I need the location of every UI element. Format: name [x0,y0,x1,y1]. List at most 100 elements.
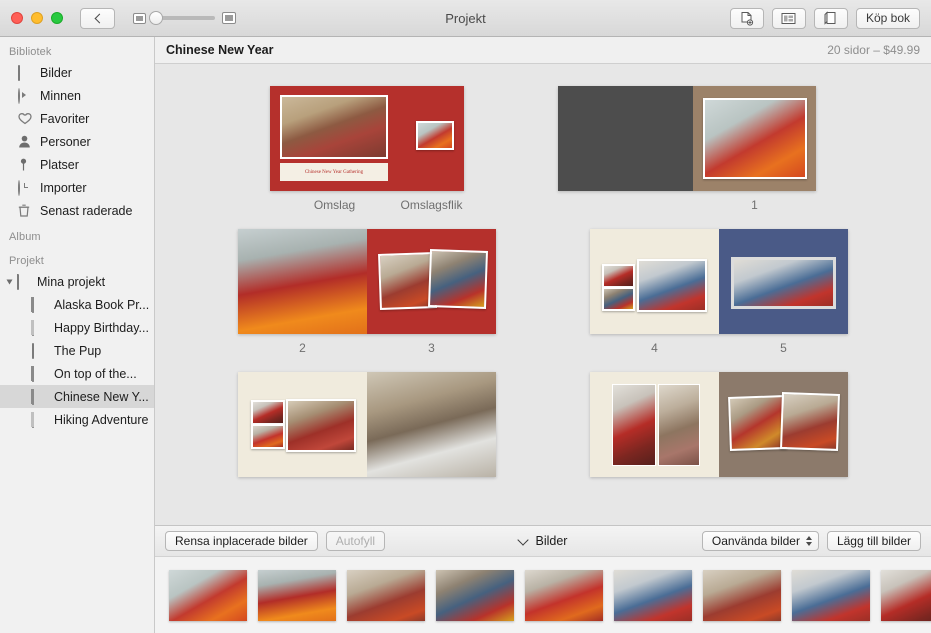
photos-pane-label[interactable]: Bilder [536,534,568,548]
filmstrip-thumbnail[interactable] [525,570,603,621]
sidebar-item-platser[interactable]: Platser [0,153,154,176]
photo-placement[interactable] [251,424,285,449]
sidebar-item-personer[interactable]: Personer [0,130,154,153]
chevron-down-icon[interactable] [517,534,528,545]
person-icon [18,135,33,149]
sidebar-item-label: The Pup [54,344,101,358]
photo-placement[interactable] [612,384,656,466]
photo-placement[interactable] [280,95,388,159]
book-icon [32,298,47,312]
spread[interactable] [590,372,848,477]
page-blank-left[interactable] [558,86,693,191]
spread-row [155,372,931,477]
maximize-button[interactable] [51,12,63,24]
filmstrip-thumbnail[interactable] [258,570,336,621]
add-photos-button[interactable]: Lägg till bilder [827,531,921,551]
sidebar-item-label: Importer [40,181,87,195]
clear-placed-photos-button[interactable]: Rensa inplacerade bilder [165,531,318,551]
page-5[interactable] [719,229,848,334]
photo-placement[interactable] [780,392,840,451]
photo-placement[interactable] [731,257,836,309]
filmstrip-thumbnail[interactable] [792,570,870,621]
sidebar-item-senast-raderade[interactable]: Senast raderade [0,199,154,222]
photo-placement[interactable] [428,249,488,309]
sidebar-item-alaska-book[interactable]: Alaska Book Pr... [0,293,154,316]
page-omslag[interactable]: Chinese New Year Gathering [270,86,399,191]
filmstrip[interactable] [155,556,931,633]
filmstrip-thumbnail[interactable] [703,570,781,621]
layout-button[interactable] [772,8,806,29]
page-labels: 1 [558,198,816,212]
zoom-slider-knob[interactable] [149,11,163,25]
minimize-button[interactable] [31,12,43,24]
sidebar-item-the-pup[interactable]: The Pup [0,339,154,362]
spread[interactable] [590,229,848,334]
window-body: Bibliotek Bilder Minnen Favoriter Person… [0,37,931,556]
page-3[interactable] [367,229,496,334]
sidebar-group-mina-projekt[interactable]: Mina projekt [0,270,154,293]
sidebar-item-chinese-new-year[interactable]: Chinese New Y... [0,385,154,408]
spread-8-9[interactable] [590,372,848,477]
spread-2-3[interactable]: 2 3 [238,229,496,355]
spreads-canvas[interactable]: Chinese New Year Gathering Omslag Omslag… [155,64,931,525]
photo-placement[interactable] [658,384,700,466]
photo-placement[interactable] [416,121,454,150]
card-icon [32,344,47,358]
photo-placement[interactable] [703,98,807,179]
memories-icon [18,89,33,103]
book-preview-button[interactable] [814,8,848,29]
page-label: 5 [719,341,848,355]
sidebar-item-happy-birthday[interactable]: Happy Birthday... [0,316,154,339]
page-9[interactable] [719,372,848,477]
page-8[interactable] [590,372,719,477]
add-page-button[interactable] [730,8,764,29]
sidebar-item-bilder[interactable]: Bilder [0,61,154,84]
sidebar-item-favoriter[interactable]: Favoriter [0,107,154,130]
spread-1[interactable]: 1 [558,86,816,212]
spread-cover[interactable]: Chinese New Year Gathering Omslag Omslag… [270,86,464,212]
page-labels: 4 5 [590,341,848,355]
disclosure-triangle-icon[interactable] [7,279,13,284]
page-7[interactable] [367,372,496,477]
sidebar-item-on-top-of-the[interactable]: On top of the... [0,362,154,385]
add-page-icon [739,11,754,26]
zoom-slider-group[interactable] [133,12,236,24]
photo-placement[interactable] [286,399,356,452]
spread-6-7[interactable] [238,372,496,477]
photo-placement[interactable] [602,287,635,311]
close-button[interactable] [11,12,23,24]
cover-caption-box[interactable]: Chinese New Year Gathering [280,163,388,181]
sidebar-item-label: Happy Birthday... [54,321,149,335]
filmstrip-thumbnail[interactable] [436,570,514,621]
spread-4-5[interactable]: 4 5 [590,229,848,355]
page-2[interactable] [238,229,367,334]
back-button[interactable] [80,8,115,29]
sidebar-item-importer[interactable]: Importer [0,176,154,199]
page-6[interactable] [238,372,367,477]
page-labels: Omslag Omslagsflik [270,198,464,212]
zoom-slider[interactable] [153,16,215,20]
autofill-button[interactable]: Autofyll [326,531,385,551]
spread[interactable]: Chinese New Year Gathering [270,86,464,191]
spread[interactable] [238,372,496,477]
spread-row: Chinese New Year Gathering Omslag Omslag… [155,86,931,212]
photo-placement[interactable] [728,395,787,451]
page-1[interactable] [693,86,816,191]
photo-filter-popup[interactable]: Oanvända bilder [702,531,819,551]
spread[interactable] [558,86,816,191]
page-omslagsflik[interactable] [399,86,464,191]
spread[interactable] [238,229,496,334]
filmstrip-thumbnail[interactable] [881,570,931,621]
window-controls[interactable] [0,12,63,24]
sidebar-item-minnen[interactable]: Minnen [0,84,154,107]
photo-placement[interactable] [602,264,635,288]
filmstrip-thumbnail[interactable] [347,570,425,621]
sidebar-item-hiking-adventure[interactable]: Hiking Adventure [0,408,154,431]
sidebar-section-header-bibliotek: Bibliotek [0,43,154,61]
photo-placement[interactable] [251,400,285,425]
filmstrip-thumbnail[interactable] [169,570,247,621]
page-4[interactable] [590,229,719,334]
buy-book-button[interactable]: Köp bok [856,8,920,29]
photo-placement[interactable] [637,259,707,312]
filmstrip-thumbnail[interactable] [614,570,692,621]
